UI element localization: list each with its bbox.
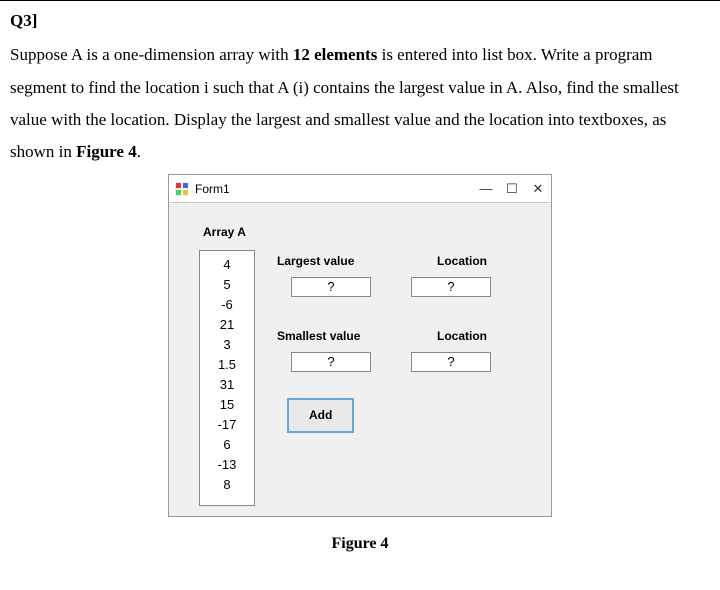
array-label: Array A — [203, 221, 537, 244]
body-text-3: . — [137, 142, 141, 161]
minimize-button[interactable]: — — [479, 177, 493, 202]
largest-value-label: Largest value — [277, 250, 397, 273]
question-body: Suppose A is a one-dimension array with … — [10, 39, 710, 168]
list-item[interactable]: -17 — [200, 415, 254, 435]
smallest-location-textbox[interactable]: ? — [411, 352, 491, 372]
list-item[interactable]: 1.5 — [200, 355, 254, 375]
list-item[interactable]: 8 — [200, 475, 254, 495]
smallest-value-label: Smallest value — [277, 325, 397, 348]
maximize-button[interactable]: ☐ — [505, 177, 519, 202]
list-item[interactable]: 21 — [200, 315, 254, 335]
list-item[interactable]: 15 — [200, 395, 254, 415]
array-listbox[interactable]: 4 5 -6 21 3 1.5 31 15 -17 6 -13 8 — [199, 250, 255, 506]
body-text-1: Suppose A is a one-dimension array with — [10, 45, 293, 64]
list-item[interactable]: 31 — [200, 375, 254, 395]
close-button[interactable]: ✕ — [531, 177, 545, 202]
title-bar: Form1 — ☐ ✕ — [169, 175, 551, 203]
list-item[interactable]: -6 — [200, 295, 254, 315]
app-icon — [175, 182, 189, 196]
body-bold-1: 12 elements — [293, 45, 378, 64]
add-button[interactable]: Add — [287, 398, 354, 433]
largest-location-textbox[interactable]: ? — [411, 277, 491, 297]
largest-value-textbox[interactable]: ? — [291, 277, 371, 297]
list-item[interactable]: 3 — [200, 335, 254, 355]
largest-location-label: Location — [437, 250, 537, 273]
list-item[interactable]: -13 — [200, 455, 254, 475]
smallest-location-label: Location — [437, 325, 537, 348]
question-heading: Q3] — [10, 5, 710, 37]
list-item[interactable]: 4 — [200, 255, 254, 275]
window-title: Form1 — [195, 178, 479, 201]
smallest-value-textbox[interactable]: ? — [291, 352, 371, 372]
figure-caption: Figure 4 — [10, 529, 710, 559]
form-window: Form1 — ☐ ✕ Array A 4 5 -6 21 3 1.5 — [168, 174, 552, 517]
body-bold-2: Figure 4 — [76, 142, 137, 161]
list-item[interactable]: 6 — [200, 435, 254, 455]
list-item[interactable]: 5 — [200, 275, 254, 295]
